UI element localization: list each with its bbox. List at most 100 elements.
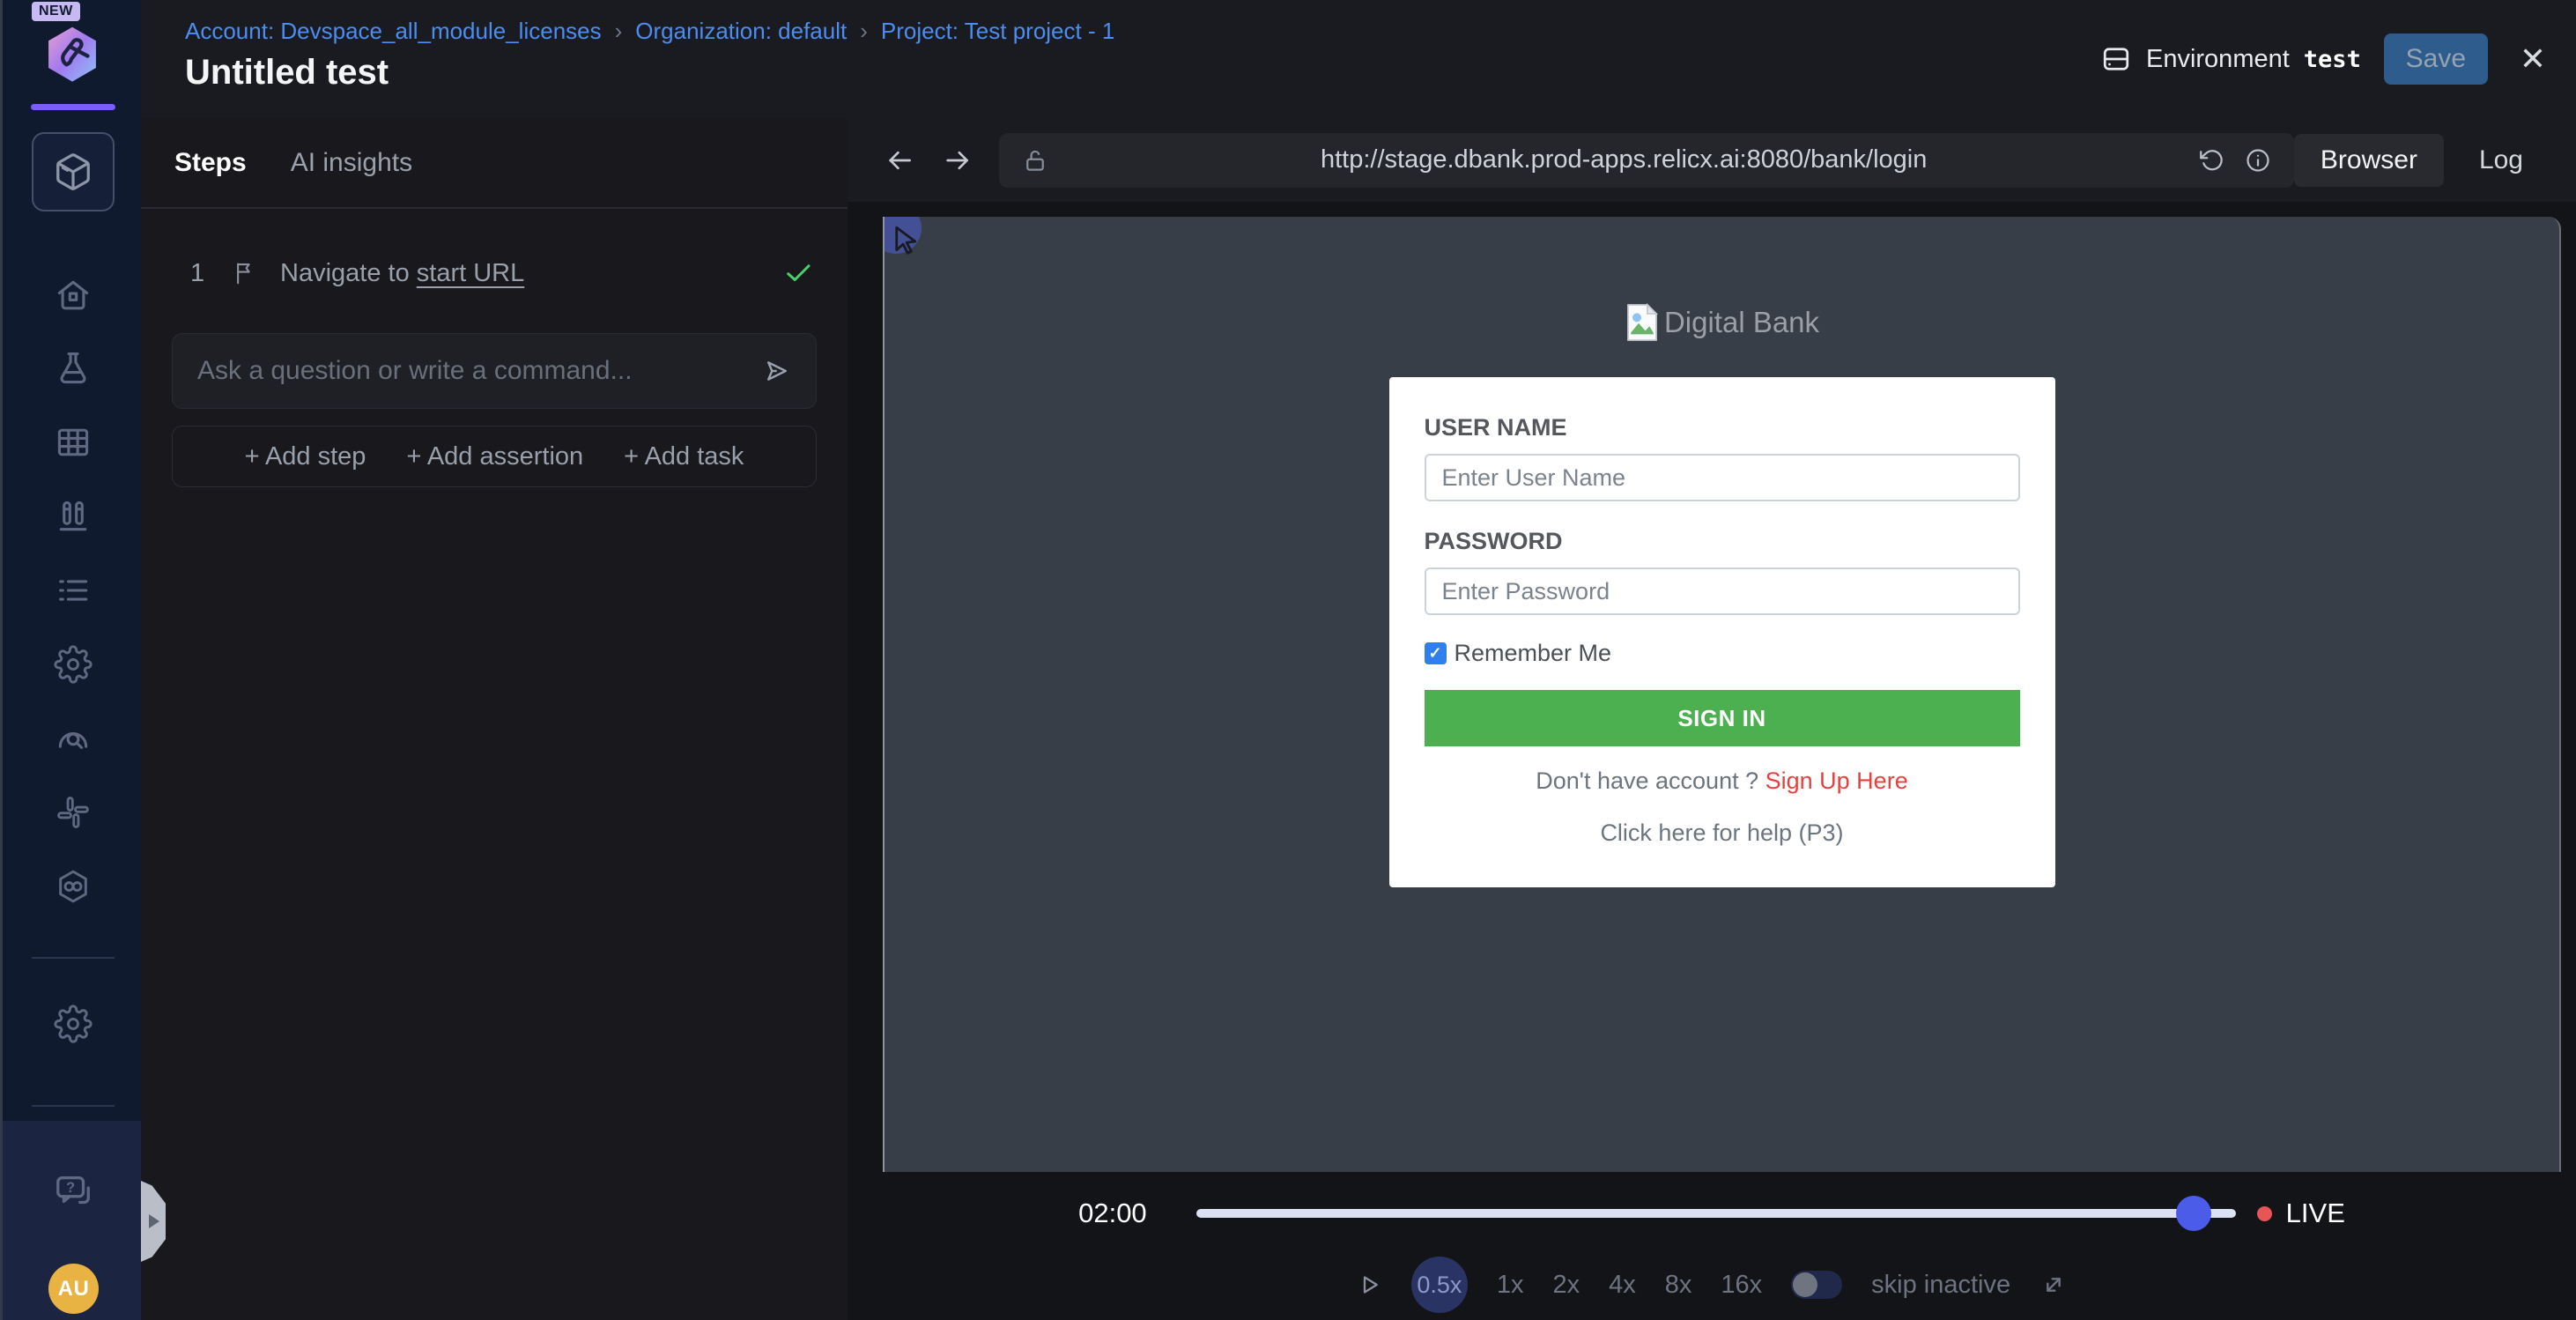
- signup-link[interactable]: Sign Up Here: [1765, 768, 1908, 794]
- speed-16x[interactable]: 16x: [1721, 1271, 1762, 1300]
- sidebar-divider: [32, 1105, 115, 1107]
- gear-icon: [54, 645, 93, 684]
- step-actions-bar: + Add step + Add assertion + Add task: [172, 426, 817, 487]
- sidebar-divider: [32, 957, 115, 959]
- step-text: Navigate to start URL: [280, 259, 524, 288]
- sidebar-item-home[interactable]: [32, 266, 115, 323]
- steps-panel-tabs: Steps AI insights: [141, 118, 848, 209]
- sidebar-item-integrations[interactable]: [32, 858, 115, 915]
- remember-me-label: Remember Me: [1455, 640, 1612, 667]
- sign-in-button[interactable]: SIGN IN: [1425, 690, 2020, 746]
- refresh-icon[interactable]: [2199, 147, 2225, 174]
- browser-viewport: Digital Bank USER NAME Enter User Name P…: [883, 217, 2561, 1172]
- tab-log[interactable]: Log: [2453, 134, 2550, 187]
- login-card: USER NAME Enter User Name PASSWORD Enter…: [1389, 377, 2055, 887]
- mouse-cursor-icon: [889, 223, 926, 260]
- send-icon[interactable]: [761, 356, 791, 386]
- sidebar-item-runs-list[interactable]: [32, 562, 115, 619]
- step-row[interactable]: 1 Navigate to start URL: [190, 246, 814, 300]
- environment-label: Environment: [2146, 45, 2290, 74]
- remember-me-row: Remember Me: [1425, 640, 2020, 667]
- info-icon[interactable]: [2245, 147, 2271, 174]
- sidebar-item-settings[interactable]: [32, 996, 115, 1052]
- test-tubes-icon: [54, 497, 93, 536]
- url-text[interactable]: http://stage.dbank.prod-apps.relicx.ai:8…: [1048, 145, 2198, 174]
- breadcrumb-separator: ›: [615, 18, 623, 45]
- environment-selector[interactable]: Environment test: [2100, 43, 2361, 75]
- browser-toolbar: http://stage.dbank.prod-apps.relicx.ai:8…: [848, 118, 2576, 202]
- tab-ai-insights[interactable]: AI insights: [291, 148, 412, 178]
- timeline-track-bar[interactable]: [1196, 1209, 2236, 1218]
- chevron-right-icon: [149, 1214, 159, 1228]
- skip-inactive-toggle[interactable]: [1791, 1271, 1842, 1299]
- speed-4x[interactable]: 4x: [1609, 1271, 1636, 1300]
- user-search-icon: [54, 719, 93, 758]
- speed-1x[interactable]: 1x: [1497, 1271, 1524, 1300]
- sidebar-item-tests[interactable]: [32, 340, 115, 397]
- breadcrumb-separator: ›: [860, 18, 868, 45]
- elapsed-time: 02:00: [1078, 1198, 1147, 1229]
- playback-controls: 0.5x 1x 2x 4x 8x 16x skip inactive: [848, 1255, 2576, 1315]
- svg-text:?: ?: [66, 1180, 75, 1196]
- sidebar-item-config[interactable]: [32, 636, 115, 693]
- sidebar: NEW: [0, 0, 141, 1320]
- home-icon: [54, 275, 93, 314]
- site-logo-alt-text: Digital Bank: [1664, 306, 1819, 339]
- live-dot: [2257, 1206, 2272, 1221]
- sidebar-item-test-runs[interactable]: [32, 488, 115, 545]
- live-label[interactable]: LIVE: [2286, 1198, 2345, 1229]
- lock-open-icon: [1022, 147, 1048, 174]
- sidebar-item-help[interactable]: ?: [32, 1163, 115, 1220]
- avatar[interactable]: AU: [48, 1264, 99, 1314]
- site-logo-row: Digital Bank: [1389, 303, 2055, 342]
- step-target-link[interactable]: start URL: [417, 259, 524, 287]
- breadcrumb-organization[interactable]: Organization: default: [635, 18, 847, 45]
- package-icon: [53, 152, 93, 192]
- add-task-button[interactable]: + Add task: [624, 442, 744, 471]
- command-input[interactable]: Ask a question or write a command...: [172, 333, 817, 409]
- hard-drive-icon: [2100, 43, 2132, 75]
- help-link[interactable]: Click here for help (P3): [1425, 819, 2020, 847]
- save-button[interactable]: Save: [2384, 33, 2488, 85]
- password-input[interactable]: Enter Password: [1425, 567, 2020, 615]
- help-chat-icon: ?: [53, 1171, 93, 1212]
- flag-icon: [231, 260, 257, 286]
- username-input[interactable]: Enter User Name: [1425, 454, 2020, 501]
- close-icon[interactable]: ✕: [2520, 41, 2546, 78]
- app-logo[interactable]: [43, 25, 101, 86]
- forward-arrow-icon[interactable]: [942, 145, 973, 176]
- tab-browser[interactable]: Browser: [2294, 134, 2444, 187]
- test-title[interactable]: Untitled test: [185, 53, 389, 93]
- timeline-track[interactable]: [1196, 1196, 2236, 1231]
- speed-0-5x[interactable]: 0.5x: [1411, 1257, 1468, 1313]
- tab-steps[interactable]: Steps: [174, 148, 247, 178]
- timeline-thumb[interactable]: [2176, 1196, 2211, 1231]
- speed-2x[interactable]: 2x: [1552, 1271, 1580, 1300]
- speed-8x[interactable]: 8x: [1665, 1271, 1692, 1300]
- view-tabs: Browser Log: [2294, 134, 2550, 187]
- add-step-button[interactable]: + Add step: [245, 442, 366, 471]
- environment-value: test: [2304, 46, 2361, 73]
- step-index: 1: [190, 259, 208, 288]
- link-hexagon-icon: [54, 867, 93, 906]
- breadcrumb-project[interactable]: Project: Test project - 1: [881, 18, 1114, 45]
- sidebar-item-product-active[interactable]: [32, 132, 115, 211]
- signup-row: Don't have account ? Sign Up Here: [1425, 768, 2020, 795]
- add-assertion-button[interactable]: + Add assertion: [406, 442, 583, 471]
- sidebar-bottom-section: ? AU: [3, 1121, 141, 1320]
- sidebar-item-slack[interactable]: [32, 784, 115, 841]
- play-icon[interactable]: [1356, 1272, 1382, 1298]
- sidebar-item-session-insights[interactable]: [32, 710, 115, 767]
- back-arrow-icon[interactable]: [885, 145, 915, 176]
- settings-gear-icon: [54, 1005, 93, 1043]
- playback-timeline: 02:00 LIVE: [848, 1172, 2576, 1255]
- sidebar-item-suites[interactable]: [32, 414, 115, 471]
- breadcrumb-account[interactable]: Account: Devspace_all_module_licenses: [185, 18, 602, 45]
- toggle-knob: [1793, 1272, 1817, 1297]
- new-badge: NEW: [32, 2, 80, 21]
- fullscreen-icon[interactable]: [2039, 1271, 2068, 1299]
- command-input-placeholder: Ask a question or write a command...: [197, 356, 633, 386]
- login-page: Digital Bank USER NAME Enter User Name P…: [1389, 217, 2055, 887]
- url-bar[interactable]: http://stage.dbank.prod-apps.relicx.ai:8…: [999, 133, 2293, 188]
- remember-me-checkbox[interactable]: [1425, 642, 1447, 664]
